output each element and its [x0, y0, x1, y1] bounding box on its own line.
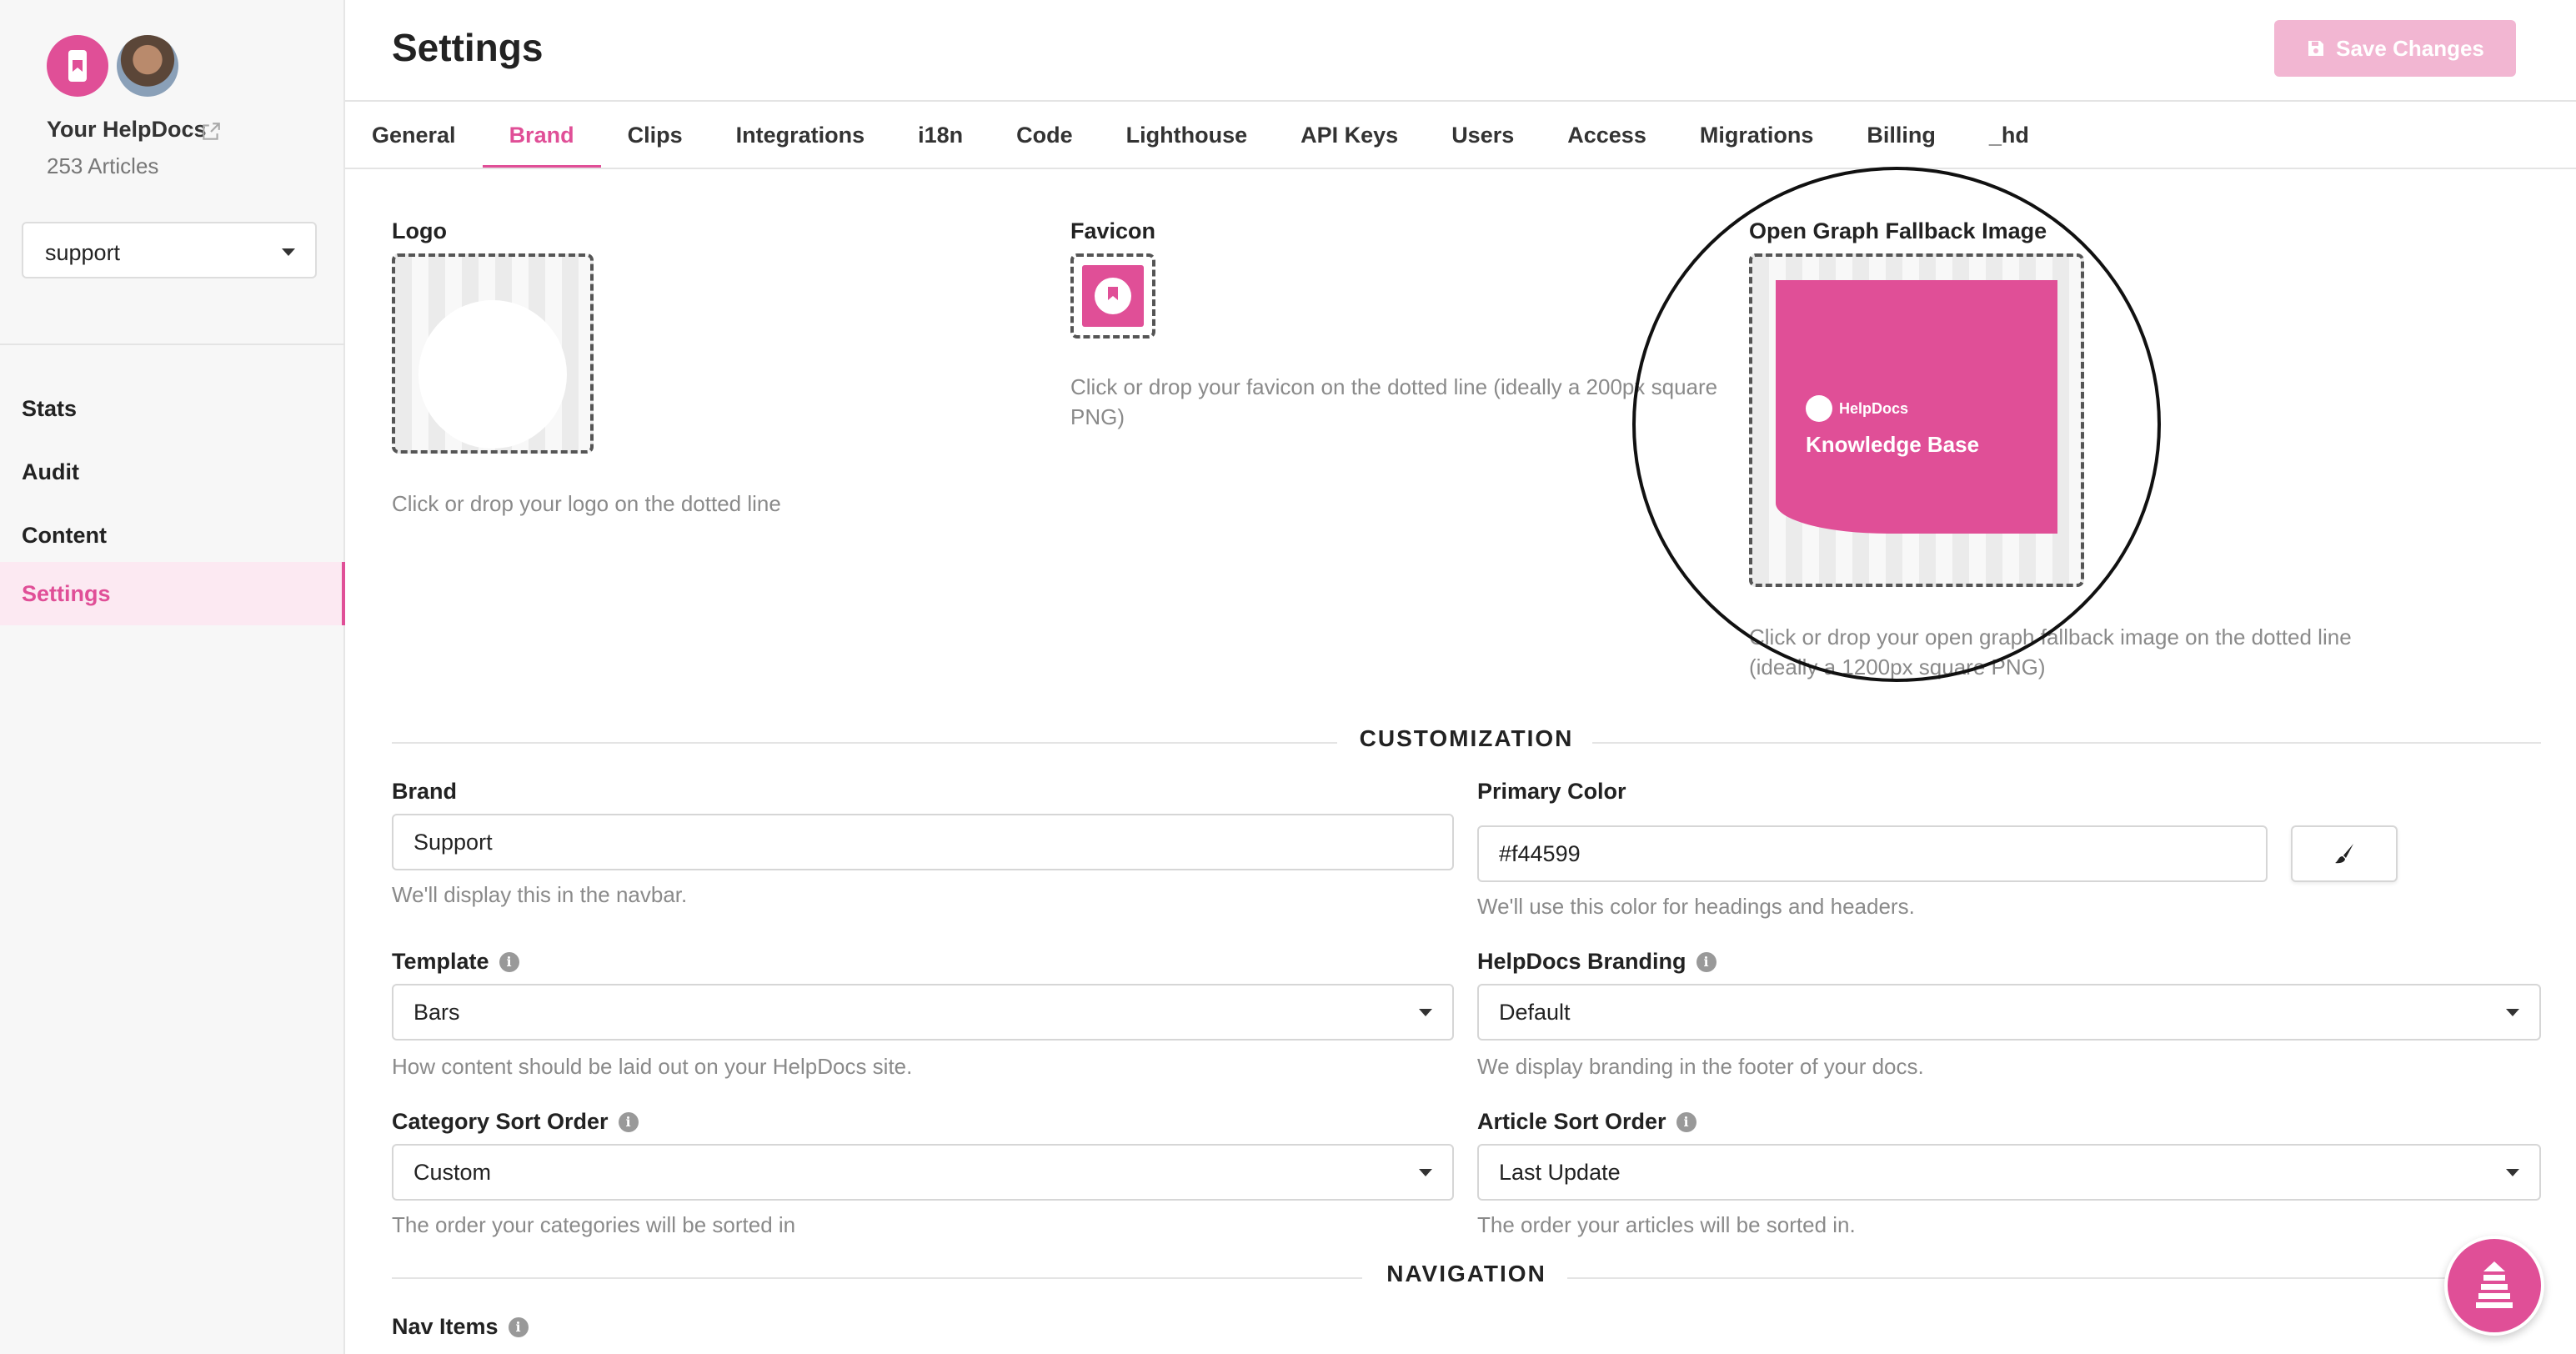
- favicon-help: Click or drop your favicon on the dotted…: [1070, 374, 1718, 429]
- og-image-help: Click or drop your open graph fallback i…: [1749, 624, 2352, 680]
- navigation-heading: NAVIGATION: [392, 1261, 2541, 1294]
- branding-help: We display branding in the footer of you…: [1477, 1054, 1924, 1079]
- chevron-down-icon: [1419, 1009, 1432, 1016]
- template-select[interactable]: Bars: [392, 984, 1454, 1041]
- helpdocs-logo-icon: [1806, 395, 1832, 422]
- favicon-label: Favicon: [1070, 218, 1156, 243]
- nav-items-label-text: Nav Items: [392, 1314, 499, 1339]
- kb-select[interactable]: support: [22, 222, 317, 278]
- chevron-down-icon: [2506, 1009, 2519, 1016]
- tab-lighthouse[interactable]: Lighthouse: [1100, 102, 1274, 168]
- article-sort-label: Article Sort Order i: [1477, 1109, 1696, 1135]
- chevron-down-icon: [1419, 1169, 1432, 1176]
- sidebar-item-content[interactable]: Content: [0, 504, 345, 567]
- save-icon: [2308, 41, 2324, 56]
- article-sort-select[interactable]: Last Update: [1477, 1144, 2541, 1201]
- template-help: How content should be laid out on your H…: [392, 1054, 913, 1079]
- info-icon[interactable]: i: [618, 1111, 639, 1132]
- og-image-dropzone[interactable]: HelpDocs Knowledge Base: [1749, 253, 2084, 587]
- save-button-label: Save Changes: [2336, 35, 2484, 61]
- nav-items-label: Nav Items i: [392, 1314, 529, 1340]
- branding-select[interactable]: Default: [1477, 984, 2541, 1041]
- brand-label: Brand: [392, 779, 457, 805]
- tab-integrations[interactable]: Integrations: [709, 102, 892, 168]
- category-sort-label-text: Category Sort Order: [392, 1109, 609, 1134]
- og-image-preview: HelpDocs Knowledge Base: [1776, 280, 2057, 534]
- user-avatar[interactable]: [117, 35, 178, 97]
- sidebar-divider: [0, 344, 345, 345]
- tab-brand[interactable]: Brand: [482, 102, 601, 168]
- tab-access[interactable]: Access: [1541, 102, 1673, 168]
- article-sort-help: The order your articles will be sorted i…: [1477, 1212, 1856, 1237]
- tab-clips[interactable]: Clips: [601, 102, 709, 168]
- primary-color-input[interactable]: #f44599: [1477, 825, 2268, 882]
- category-sort-select[interactable]: Custom: [392, 1144, 1454, 1201]
- branding-label-text: HelpDocs Branding: [1477, 949, 1686, 974]
- favicon-dropzone[interactable]: [1070, 253, 1155, 338]
- info-icon[interactable]: i: [499, 951, 519, 972]
- article-sort-select-value: Last Update: [1499, 1160, 1621, 1185]
- favicon-image: [1082, 265, 1144, 327]
- article-sort-label-text: Article Sort Order: [1477, 1109, 1666, 1134]
- site-name: Your HelpDocs: [47, 117, 207, 142]
- tab-billing[interactable]: Billing: [1840, 102, 1962, 168]
- sidebar-item-stats[interactable]: Stats: [0, 377, 345, 440]
- primary-color-help: We'll use this color for headings and he…: [1477, 894, 1915, 919]
- info-icon[interactable]: i: [508, 1316, 529, 1337]
- tabs-divider: [345, 168, 2576, 169]
- save-button[interactable]: Save Changes: [2274, 20, 2516, 77]
- brand-label-text: Brand: [392, 779, 458, 804]
- logo-placeholder-icon: [418, 300, 567, 449]
- settings-tabs: General Brand Clips Integrations i18n Co…: [345, 102, 2056, 168]
- external-link-icon[interactable]: [200, 121, 222, 143]
- tab-general[interactable]: General: [345, 102, 483, 168]
- category-sort-help: The order your categories will be sorted…: [392, 1212, 796, 1237]
- lighthouse-icon: [2476, 1261, 2513, 1308]
- branding-label: HelpDocs Branding i: [1477, 949, 1716, 975]
- tab-users[interactable]: Users: [1425, 102, 1541, 168]
- logo-dropzone[interactable]: [392, 253, 594, 454]
- helpdocs-favicon-icon: [1095, 278, 1131, 314]
- category-sort-label: Category Sort Order i: [392, 1109, 639, 1135]
- paintbrush-icon: [2335, 844, 2353, 864]
- chevron-down-icon: [2506, 1169, 2519, 1176]
- tab-code[interactable]: Code: [990, 102, 1100, 168]
- category-sort-select-value: Custom: [413, 1160, 492, 1185]
- og-image-label: Open Graph Fallback Image: [1749, 218, 2047, 243]
- info-icon[interactable]: i: [1676, 1111, 1696, 1132]
- tab-i18n[interactable]: i18n: [891, 102, 990, 168]
- og-card-brand: HelpDocs: [1806, 395, 1908, 422]
- logo-help: Click or drop your logo on the dotted li…: [392, 491, 781, 516]
- branding-select-value: Default: [1499, 1000, 1571, 1025]
- brand-input[interactable]: Support: [392, 814, 1454, 870]
- article-count: 253 Articles: [47, 153, 159, 178]
- brand-help: We'll display this in the navbar.: [392, 882, 688, 907]
- logo-label: Logo: [392, 218, 447, 243]
- og-card-brand-text: HelpDocs: [1839, 399, 1909, 417]
- og-card-title: Knowledge Base: [1806, 432, 1980, 457]
- template-label-text: Template: [392, 949, 489, 974]
- template-select-value: Bars: [413, 1000, 460, 1025]
- sidebar-item-audit[interactable]: Audit: [0, 440, 345, 504]
- tab-api-keys[interactable]: API Keys: [1274, 102, 1425, 168]
- tab-migrations[interactable]: Migrations: [1673, 102, 1841, 168]
- chat-widget-icon[interactable]: [2444, 1236, 2544, 1336]
- primary-color-label: Primary Color: [1477, 779, 1626, 805]
- primary-color-label-text: Primary Color: [1477, 779, 1626, 804]
- tab-hd[interactable]: _hd: [1962, 102, 2056, 168]
- page-title: Settings: [392, 26, 544, 69]
- sidebar: Your HelpDocs 253 Articles support Stats…: [0, 0, 345, 1354]
- kb-select-value: support: [45, 240, 121, 265]
- template-label: Template i: [392, 949, 519, 975]
- navigation-heading-text: NAVIGATION: [1386, 1261, 1546, 1286]
- helpdocs-logo-icon[interactable]: [47, 35, 108, 97]
- sidebar-item-settings[interactable]: Settings: [0, 562, 345, 625]
- customization-heading: CUSTOMIZATION: [392, 725, 2541, 759]
- chevron-down-icon: [282, 248, 295, 256]
- color-picker-button[interactable]: [2291, 825, 2398, 882]
- customization-heading-text: CUSTOMIZATION: [1359, 725, 1574, 751]
- info-icon[interactable]: i: [1696, 951, 1716, 972]
